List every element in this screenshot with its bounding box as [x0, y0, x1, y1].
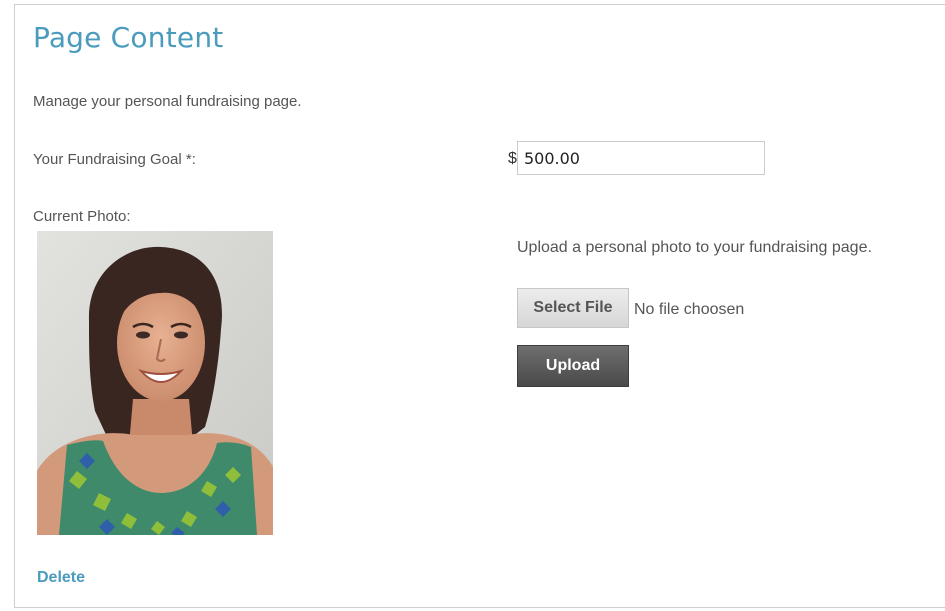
fundraising-goal-input[interactable]	[517, 141, 765, 175]
select-file-button[interactable]: Select File	[517, 288, 629, 328]
page-intro-text: Manage your personal fundraising page.	[33, 93, 302, 110]
no-file-status: No file choosen	[634, 301, 745, 318]
upload-instructions: Upload a personal photo to your fundrais…	[517, 239, 872, 256]
page-title: Page Content	[33, 21, 224, 54]
currency-symbol: $	[508, 150, 517, 167]
current-photo-label: Current Photo:	[33, 208, 131, 225]
page-content-panel: Page Content Manage your personal fundra…	[14, 4, 945, 608]
fundraising-goal-label: Your Fundraising Goal *:	[33, 151, 196, 168]
delete-photo-link[interactable]: Delete	[37, 569, 85, 587]
current-photo	[37, 231, 273, 535]
upload-button[interactable]: Upload	[517, 345, 629, 387]
portrait-photo-icon	[37, 231, 273, 535]
